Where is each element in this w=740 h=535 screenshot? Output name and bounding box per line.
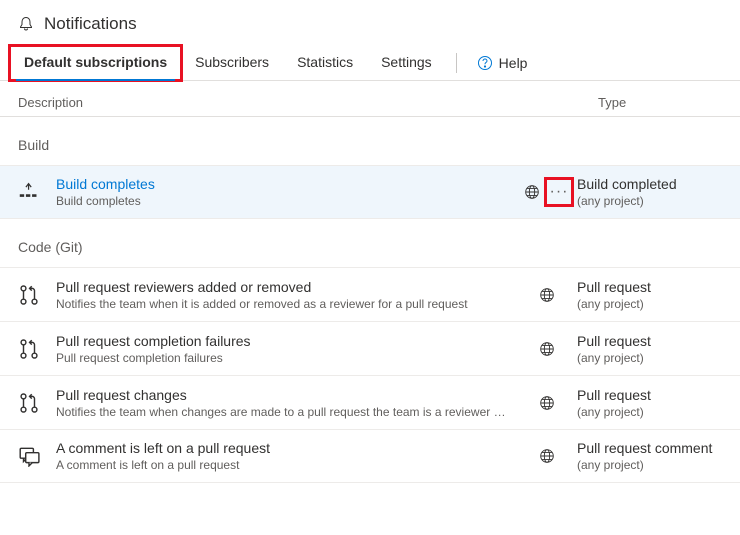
row-subtitle: Notifies the team when changes are made … [56, 405, 507, 419]
page-title: Notifications [44, 14, 137, 34]
subscription-row[interactable]: Pull request changes Notifies the team wh… [0, 375, 740, 429]
globe-icon [523, 183, 541, 201]
type-sub: (any project) [577, 194, 722, 208]
row-type: Pull request (any project) [577, 387, 722, 419]
row-subtitle: Build completes [56, 194, 507, 208]
comment-icon [18, 445, 56, 467]
row-title: Pull request changes [56, 387, 507, 403]
row-actions: ··· [517, 180, 577, 204]
row-text: Pull request reviewers added or removed N… [56, 279, 517, 311]
row-subtitle: Notifies the team when it is added or re… [56, 297, 507, 311]
bell-icon [18, 16, 34, 32]
row-type: Pull request (any project) [577, 279, 722, 311]
globe-icon [538, 394, 556, 412]
build-icon [18, 181, 56, 203]
row-actions [517, 447, 577, 465]
type-sub: (any project) [577, 351, 722, 365]
subscription-row[interactable]: Pull request reviewers added or removed N… [0, 267, 740, 321]
tab-bar: Default subscriptions Subscribers Statis… [0, 46, 740, 81]
tab-divider [456, 53, 457, 73]
row-text: Build completes Build completes [56, 176, 517, 208]
subscription-row[interactable]: Pull request completion failures Pull req… [0, 321, 740, 375]
col-type: Type [598, 95, 722, 110]
globe-icon [538, 286, 556, 304]
page-header: Notifications [0, 0, 740, 46]
row-title: Build completes [56, 176, 507, 192]
row-type: Pull request comment (any project) [577, 440, 722, 472]
row-title: A comment is left on a pull request [56, 440, 507, 456]
row-actions [517, 394, 577, 412]
row-subtitle: Pull request completion failures [56, 351, 507, 365]
type-sub: (any project) [577, 458, 722, 472]
col-description: Description [18, 95, 598, 110]
tab-settings[interactable]: Settings [367, 46, 446, 80]
row-title: Pull request reviewers added or removed [56, 279, 507, 295]
tab-statistics[interactable]: Statistics [283, 46, 367, 80]
type-title: Pull request comment [577, 440, 722, 456]
type-title: Pull request [577, 387, 722, 403]
type-title: Pull request [577, 279, 722, 295]
tab-default-subscriptions[interactable]: Default subscriptions [10, 46, 181, 80]
help-link[interactable]: Help [467, 47, 538, 79]
type-sub: (any project) [577, 297, 722, 311]
type-title: Pull request [577, 333, 722, 349]
pr-icon [18, 338, 56, 360]
pr-icon [18, 392, 56, 414]
type-sub: (any project) [577, 405, 722, 419]
type-title: Build completed [577, 176, 722, 192]
more-button[interactable]: ··· [547, 180, 571, 204]
subscription-row[interactable]: A comment is left on a pull request A com… [0, 429, 740, 483]
help-icon [477, 55, 493, 71]
row-text: A comment is left on a pull request A com… [56, 440, 517, 472]
subscription-row[interactable]: Build completesBuild completes···Build c… [0, 165, 740, 219]
row-subtitle: A comment is left on a pull request [56, 458, 507, 472]
row-title: Pull request completion failures [56, 333, 507, 349]
row-text: Pull request completion failures Pull req… [56, 333, 517, 365]
pr-icon [18, 284, 56, 306]
section-header: Build [0, 117, 740, 165]
row-actions [517, 340, 577, 358]
help-label: Help [499, 55, 528, 71]
row-text: Pull request changes Notifies the team wh… [56, 387, 517, 419]
column-headers: Description Type [0, 81, 740, 117]
row-type: Build completed (any project) [577, 176, 722, 208]
row-actions [517, 286, 577, 304]
globe-icon [538, 340, 556, 358]
row-type: Pull request (any project) [577, 333, 722, 365]
section-header: Code (Git) [0, 219, 740, 267]
tab-subscribers[interactable]: Subscribers [181, 46, 283, 80]
globe-icon [538, 447, 556, 465]
